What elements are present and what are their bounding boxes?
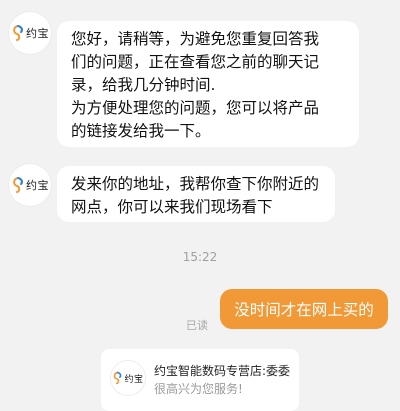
logo-text: 约宝: [124, 374, 144, 385]
contact-avatar[interactable]: 约宝: [9, 164, 51, 206]
logo-text: 约宝: [26, 179, 49, 192]
incoming-message-bubble[interactable]: 您好，请稍等，为避免您重复回答我 们的问题，正在查看您之前的聊天记 录，给我几分…: [57, 21, 359, 147]
message-line: 的链接发给我一下。: [71, 122, 211, 140]
shop-name: 约宝智能数码专营店:委委: [154, 364, 291, 378]
shop-avatar: 约宝: [111, 361, 145, 395]
message-line: 录，给我几分钟时间.: [71, 76, 216, 94]
contact-avatar[interactable]: 约宝: [9, 12, 51, 54]
logo-swirl-icon: [114, 371, 122, 385]
message-line: 们的问题，正在查看您之前的聊天记: [71, 53, 320, 71]
shop-info-card[interactable]: 约宝 约宝智能数码专营店:委委 很高兴为您服务!: [101, 349, 299, 411]
message-line: 网点，你可以来我们现场看下: [71, 198, 273, 216]
yuebao-logo: 约宝: [112, 371, 143, 385]
logo-text: 约宝: [26, 27, 49, 40]
message-timestamp: 15:22: [182, 250, 218, 264]
message-line: 为方便处理您的问题，您可以将产品: [71, 99, 320, 117]
logo-swirl-icon: [13, 177, 23, 193]
yuebao-logo: 约宝: [11, 176, 49, 194]
yuebao-logo: 约宝: [11, 24, 49, 42]
incoming-message-bubble[interactable]: 发来你的地址，我帮你查下你附近的 网点，你可以来我们现场看下: [57, 166, 335, 222]
outgoing-message-bubble[interactable]: 没时间才在网上买的: [220, 289, 388, 329]
message-line: 发来你的地址，我帮你查下你附近的: [71, 175, 320, 193]
shop-welcome-text: 很高兴为您服务!: [154, 382, 243, 396]
outgoing-message-text: 没时间才在网上买的: [234, 301, 374, 319]
message-line: 您好，请稍等，为避免您重复回答我: [71, 30, 320, 48]
read-status: 已读: [186, 319, 208, 332]
logo-swirl-icon: [13, 25, 23, 41]
